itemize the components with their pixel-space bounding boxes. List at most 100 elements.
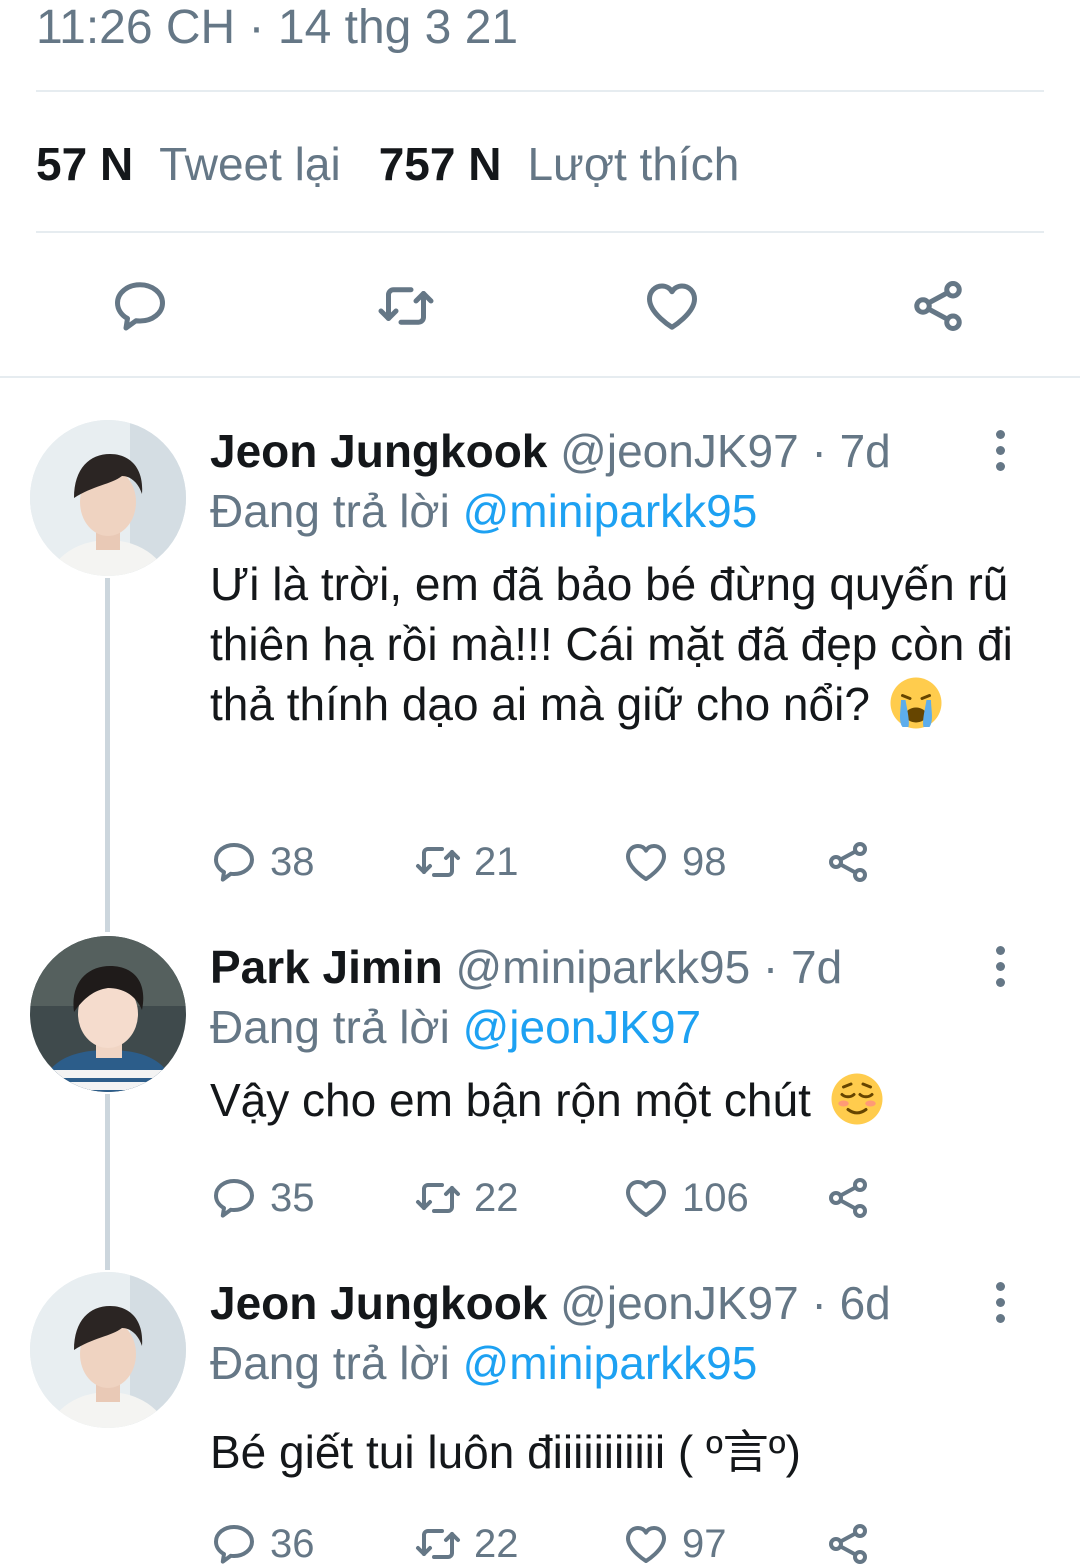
avatar-image: [30, 1272, 186, 1428]
like-icon: [626, 844, 666, 881]
like-icon: [626, 1526, 666, 1563]
reply-time[interactable]: 7d: [791, 941, 842, 993]
reply-actions: 35 22 106: [210, 1168, 910, 1228]
retweet-count: 22: [474, 1175, 519, 1220]
reply-actions: 38 21 98: [210, 832, 910, 892]
share-icon: [829, 1524, 867, 1564]
reply-count: 36: [270, 1521, 315, 1566]
share-button[interactable]: [824, 832, 872, 892]
share-icon: [829, 1178, 867, 1218]
replying-prefix: Đang trả lời: [210, 1337, 463, 1389]
more-icon: [995, 430, 1005, 439]
more-icon: [995, 946, 1005, 955]
like-count: 98: [682, 839, 727, 884]
reply-icon: [214, 1179, 254, 1218]
mention-link[interactable]: @jeonJK97: [463, 1001, 702, 1053]
reply-button[interactable]: [108, 274, 172, 338]
reply-text-content: Vậy cho em bận rộn một chút: [210, 1074, 811, 1126]
author-handle[interactable]: @miniparkk95: [455, 941, 750, 993]
reply-tweet[interactable]: Park Jimin @miniparkk95 · 7d Đang trả lờ…: [0, 936, 1080, 1256]
reply-header: Park Jimin @miniparkk95 · 7d: [210, 936, 842, 998]
retweet-icon: [416, 1529, 460, 1559]
loudly-crying-face-icon: [890, 677, 942, 729]
like-button[interactable]: 97: [622, 1514, 727, 1568]
replying-prefix: Đang trả lời: [210, 485, 463, 537]
retweet-button[interactable]: 21: [414, 832, 519, 892]
like-button[interactable]: 106: [622, 1168, 749, 1228]
mention-link[interactable]: @miniparkk95: [463, 485, 758, 537]
avatar-image: [30, 936, 186, 1092]
like-button[interactable]: 98: [622, 832, 727, 892]
reply-count: 38: [270, 839, 315, 884]
separator-dot: ·: [750, 941, 792, 993]
reply-text: Ưi là trời, em đã bảo bé đừng quyến rũ t…: [210, 554, 1030, 734]
relieved-face-icon: [831, 1073, 883, 1125]
divider-stats: [36, 231, 1044, 233]
more-icon: [995, 1282, 1005, 1291]
like-count: 106: [682, 1175, 749, 1220]
likes-count[interactable]: 757 N: [379, 138, 502, 190]
reply-icon: [214, 1525, 254, 1564]
tweet-stats: 57 N Tweet lại 757 N Lượt thích: [36, 134, 777, 194]
reply-actions: 36 22 97: [210, 1514, 910, 1568]
more-options-button[interactable]: [988, 946, 1012, 990]
likes-label[interactable]: Lượt thích: [527, 138, 739, 190]
author-name[interactable]: Jeon Jungkook: [210, 1277, 547, 1329]
replying-to: Đang trả lời @jeonJK97: [210, 996, 701, 1058]
replying-to: Đang trả lời @miniparkk95: [210, 1332, 757, 1394]
like-button[interactable]: [640, 274, 704, 338]
reply-icon: [214, 843, 254, 882]
reply-icon: [115, 282, 165, 331]
reply-header: Jeon Jungkook @jeonJK97 · 7d: [210, 420, 891, 482]
avatar[interactable]: [30, 936, 186, 1092]
mention-link[interactable]: @miniparkk95: [463, 1337, 758, 1389]
author-name[interactable]: Jeon Jungkook: [210, 425, 547, 477]
retweet-button[interactable]: 22: [414, 1514, 519, 1568]
more-options-button[interactable]: [988, 1282, 1012, 1326]
retweet-icon: [416, 1183, 460, 1213]
reply-time[interactable]: 6d: [840, 1277, 891, 1329]
author-handle[interactable]: @jeonJK97: [560, 425, 799, 477]
retweets-count[interactable]: 57 N: [36, 138, 133, 190]
reply-time[interactable]: 7d: [840, 425, 891, 477]
reply-tweet[interactable]: Jeon Jungkook @jeonJK97 · 7d Đang trả lờ…: [0, 420, 1080, 920]
avatar[interactable]: [30, 1272, 186, 1428]
reply-text-content: Bé giết tui luôn điiiiiiiiiii ( º言º): [210, 1426, 801, 1478]
retweet-count: 21: [474, 839, 519, 884]
like-icon: [647, 283, 697, 330]
reply-text: Bé giết tui luôn điiiiiiiiiii ( º言º): [210, 1422, 1030, 1482]
replying-prefix: Đang trả lời: [210, 1001, 463, 1053]
separator-dot: ·: [798, 1277, 840, 1329]
retweet-icon: [416, 847, 460, 877]
like-icon: [626, 1180, 666, 1217]
avatar-image: [30, 420, 186, 576]
replying-to: Đang trả lời @miniparkk95: [210, 480, 757, 542]
author-handle[interactable]: @jeonJK97: [560, 1277, 799, 1329]
author-name[interactable]: Park Jimin: [210, 941, 443, 993]
tweet-timestamp: 11:26 CH · 14 thg 3 21: [36, 1, 519, 54]
reply-tweet[interactable]: Jeon Jungkook @jeonJK97 · 6d Đang trả lờ…: [0, 1272, 1080, 1568]
share-button[interactable]: [824, 1168, 872, 1228]
retweet-count: 22: [474, 1521, 519, 1566]
reply-button[interactable]: 35: [210, 1168, 315, 1228]
avatar[interactable]: [30, 420, 186, 576]
retweet-button[interactable]: 22: [414, 1168, 519, 1228]
reply-button[interactable]: 38: [210, 832, 315, 892]
reply-count: 35: [270, 1175, 315, 1220]
retweet-button[interactable]: [374, 274, 438, 338]
tweet-action-bar: [0, 260, 1080, 350]
share-button[interactable]: [824, 1514, 872, 1568]
reply-text: Vậy cho em bận rộn một chút: [210, 1070, 1030, 1130]
divider-section: [0, 376, 1080, 378]
retweet-icon: [378, 287, 434, 325]
reply-button[interactable]: 36: [210, 1514, 315, 1568]
share-button[interactable]: [906, 274, 970, 338]
share-icon: [914, 281, 962, 331]
like-count: 97: [682, 1521, 727, 1566]
retweets-label[interactable]: Tweet lại: [159, 138, 341, 190]
more-options-button[interactable]: [988, 430, 1012, 474]
separator-dot: ·: [798, 425, 840, 477]
share-icon: [829, 842, 867, 882]
divider-top: [36, 90, 1044, 92]
reply-header: Jeon Jungkook @jeonJK97 · 6d: [210, 1272, 891, 1334]
